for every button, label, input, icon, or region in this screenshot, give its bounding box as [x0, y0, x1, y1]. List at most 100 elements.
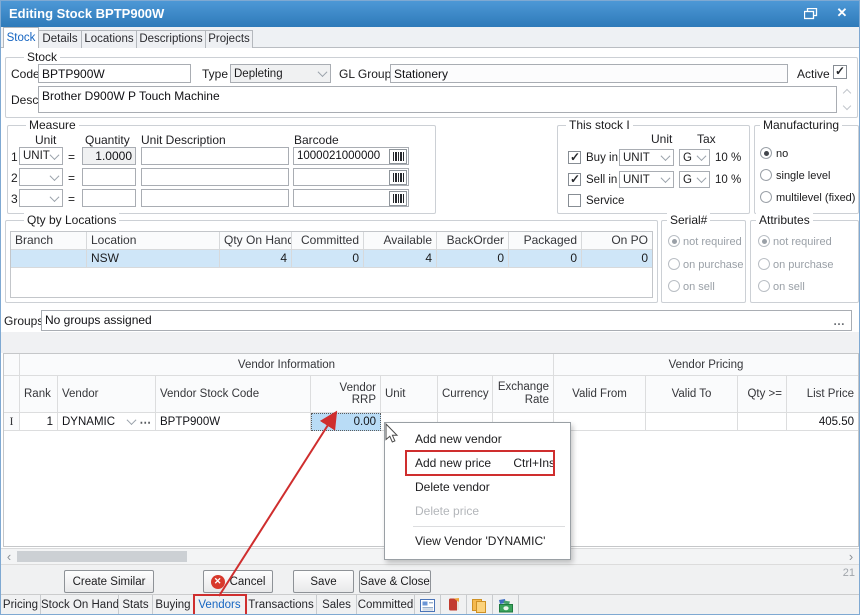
- row-edit-indicator: I: [4, 413, 20, 431]
- measure-unit-select-2[interactable]: [19, 168, 63, 186]
- manufacturing-no-label: no: [776, 148, 788, 160]
- qty-locations-table: Branch Location Qty On Hand Committed Av…: [10, 231, 653, 298]
- measure-unit-desc-input-1[interactable]: [141, 147, 289, 165]
- cell-qty-gte[interactable]: [738, 413, 787, 431]
- menu-item-view-vendor[interactable]: View Vendor 'DYNAMIC': [385, 529, 570, 553]
- this-stock-group-label: This stock I: [566, 118, 633, 132]
- measure-quantity-input-1[interactable]: [82, 147, 136, 165]
- menu-item-add-new-vendor[interactable]: Add new vendor: [385, 427, 570, 451]
- tab-details[interactable]: Details: [38, 30, 82, 48]
- cell-committed: 0: [292, 250, 364, 268]
- copy-icon-button[interactable]: [467, 595, 493, 615]
- cell-valid-to[interactable]: [646, 413, 738, 431]
- manufacturing-single-radio[interactable]: [760, 169, 772, 181]
- col-header-vendor-rrp[interactable]: Vendor RRP: [311, 376, 381, 413]
- measure-quantity-input-2[interactable]: [82, 168, 136, 186]
- barcode-button-3[interactable]: [389, 191, 407, 206]
- buy-in-checkbox[interactable]: [568, 151, 581, 164]
- col-header-currency[interactable]: Currency: [438, 376, 493, 413]
- qty-header-row: Branch Location Qty On Hand Committed Av…: [11, 232, 652, 250]
- sell-tax-select[interactable]: G: [679, 171, 710, 188]
- save-close-button[interactable]: Save & Close: [359, 570, 431, 593]
- col-header-qty-gte[interactable]: Qty >=: [738, 376, 787, 413]
- service-checkbox[interactable]: [568, 194, 581, 207]
- bottom-tab-stock-on-hand[interactable]: Stock On Hand: [41, 595, 119, 615]
- col-header-unit[interactable]: Unit: [381, 376, 438, 413]
- tab-stock[interactable]: Stock: [3, 27, 39, 48]
- desc-spinner[interactable]: [840, 87, 854, 112]
- col-header-exchange-rate[interactable]: Exchange Rate: [493, 376, 554, 413]
- menu-item-delete-vendor[interactable]: Delete vendor: [385, 475, 570, 499]
- col-header-list-price[interactable]: List Price: [787, 376, 858, 413]
- sell-in-checkbox[interactable]: [568, 173, 581, 186]
- buy-unit-select[interactable]: UNIT: [619, 149, 674, 166]
- bottom-tab-pricing[interactable]: Pricing: [1, 595, 41, 615]
- vendor-information-band-header[interactable]: Vendor Information: [20, 354, 554, 376]
- col-header-valid-from[interactable]: Valid From: [554, 376, 646, 413]
- buy-in-label: Buy in: [586, 152, 618, 164]
- bottom-tab-vendors[interactable]: Vendors: [194, 595, 246, 615]
- manufacturing-multilevel-radio[interactable]: [760, 191, 772, 203]
- col-header-vendor-stock-code[interactable]: Vendor Stock Code: [156, 376, 311, 413]
- col-header-valid-to[interactable]: Valid To: [646, 376, 738, 413]
- save-button[interactable]: Save: [293, 570, 354, 593]
- measure-unit-select-1[interactable]: UNIT: [19, 147, 63, 165]
- barcode-button-2[interactable]: [389, 170, 407, 185]
- bottom-tab-stats[interactable]: Stats: [119, 595, 153, 615]
- window-title: Editing Stock BPTP900W: [9, 6, 164, 21]
- bottom-tab-transactions[interactable]: Transactions: [246, 595, 317, 615]
- gl-group-field[interactable]: [390, 64, 788, 83]
- buy-tax-select[interactable]: G: [679, 149, 710, 166]
- sell-unit-select[interactable]: UNIT: [619, 171, 674, 188]
- scrollbar-thumb[interactable]: [17, 551, 187, 562]
- copy-icon: [472, 599, 487, 613]
- measure-unit-desc-input-2[interactable]: [141, 168, 289, 186]
- barcode-icon: [393, 194, 404, 203]
- bottom-tab-sales[interactable]: Sales: [317, 595, 357, 615]
- cancel-button[interactable]: ✕ Cancel: [203, 570, 273, 593]
- menu-item-add-new-price[interactable]: Add new price Ctrl+Ins: [385, 451, 570, 475]
- bottom-tab-committed[interactable]: Committed: [357, 595, 415, 615]
- type-select[interactable]: Depleting: [230, 64, 331, 83]
- cell-list-price[interactable]: 405.50: [787, 413, 858, 431]
- restore-icon[interactable]: [804, 8, 818, 20]
- report-icon-button[interactable]: [415, 595, 441, 615]
- cell-available: 4: [364, 250, 437, 268]
- vendor-ellipsis-button[interactable]: ⋯: [140, 415, 152, 429]
- cell-vendor-rrp-selected[interactable]: 0.00: [311, 413, 381, 431]
- vendor-pricing-band-header[interactable]: Vendor Pricing: [554, 354, 858, 376]
- cell-vendor-stock-code[interactable]: BPTP900W: [156, 413, 311, 431]
- chevron-down-icon[interactable]: [126, 415, 136, 425]
- desc-input[interactable]: Brother D900W P Touch Machine: [38, 86, 837, 113]
- create-similar-button[interactable]: Create Similar: [64, 570, 154, 593]
- active-checkbox[interactable]: [833, 65, 847, 79]
- measure-unit-select-3[interactable]: [19, 189, 63, 207]
- code-input[interactable]: [38, 64, 191, 83]
- sell-unit-value: UNIT: [623, 174, 650, 186]
- tab-descriptions[interactable]: Descriptions: [136, 30, 206, 48]
- active-label: Active: [797, 67, 830, 81]
- cell-location: NSW: [87, 250, 220, 268]
- money-icon-button[interactable]: [493, 595, 519, 615]
- cell-rank[interactable]: 1: [20, 413, 58, 431]
- tab-projects[interactable]: Projects: [205, 30, 253, 48]
- manufacturing-no-radio[interactable]: [760, 147, 772, 159]
- cell-vendor[interactable]: DYNAMIC ⋯: [58, 413, 156, 431]
- col-header-rank[interactable]: Rank: [20, 376, 58, 413]
- measure-quantity-input-3[interactable]: [82, 189, 136, 207]
- measure-unit-desc-input-3[interactable]: [141, 189, 289, 207]
- groups-field[interactable]: No groups assigned …: [41, 310, 852, 331]
- close-button[interactable]: ✕: [834, 5, 850, 21]
- book-icon-button[interactable]: [441, 595, 467, 615]
- scroll-left-button[interactable]: ‹: [1, 549, 17, 564]
- bottom-tab-buying[interactable]: Buying: [153, 595, 194, 615]
- scroll-right-button[interactable]: ›: [843, 549, 859, 564]
- measure-barcode-field-3[interactable]: [293, 189, 409, 207]
- tab-locations[interactable]: Locations: [81, 30, 137, 48]
- measure-barcode-field-1[interactable]: 1000021000000: [293, 147, 409, 165]
- qty-location-row[interactable]: NSW 4 0 4 0 0 0: [11, 250, 652, 268]
- col-header-vendor[interactable]: Vendor: [58, 376, 156, 413]
- barcode-button-1[interactable]: [389, 149, 407, 164]
- groups-ellipsis-button[interactable]: …: [833, 312, 845, 331]
- measure-barcode-field-2[interactable]: [293, 168, 409, 186]
